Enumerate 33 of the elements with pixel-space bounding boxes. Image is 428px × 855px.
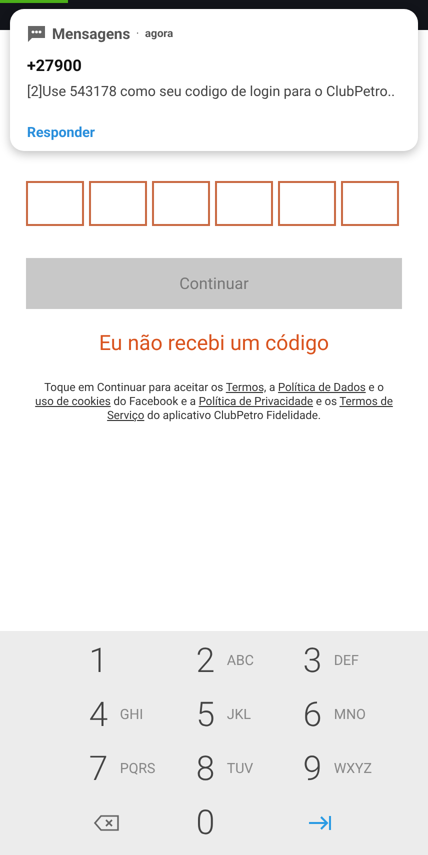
keypad-key[interactable]: 5 JKL xyxy=(196,688,286,742)
keypad-key[interactable]: 9 WXYZ xyxy=(303,742,393,796)
terms-link[interactable]: Serviço xyxy=(107,408,144,422)
message-text: [2]Use 543178 como seu codigo de login para o ClubPetro.. xyxy=(27,82,395,102)
keypad-key[interactable]: 4 GHI xyxy=(89,688,179,742)
terms-text: Toque em Continuar para aceitar os Termos, a Política de Dados e o uso de cookies do Facebook e a Política de Privacidade e os Termos de Serviço do aplicativo ClubPetro Fidelidade. xyxy=(34,380,394,422)
code-digit-field[interactable] xyxy=(278,181,336,226)
code-digit-field[interactable] xyxy=(215,181,273,226)
keypad-key[interactable]: 3 DEF xyxy=(303,634,393,688)
backspace-icon xyxy=(94,814,120,832)
notification-time: agora xyxy=(145,26,174,42)
keypad-key[interactable]: 2 ABC xyxy=(196,634,286,688)
terms-link[interactable]: Termos, xyxy=(226,380,266,394)
terms-link[interactable]: uso de cookies xyxy=(35,394,111,408)
keypad-key[interactable]: 0 xyxy=(196,796,286,850)
tab-arrow-icon xyxy=(308,815,332,831)
resend-code-link[interactable]: Eu não recebi um código xyxy=(99,329,329,360)
message-icon xyxy=(27,25,46,44)
terms-link[interactable]: Termos de xyxy=(339,394,393,408)
terms-link[interactable]: Política de Privacidade xyxy=(198,394,314,408)
code-digit-field[interactable] xyxy=(26,181,84,226)
keypad-key[interactable]: 6 MNO xyxy=(303,688,393,742)
terms-link[interactable]: Política de Dados xyxy=(278,380,366,394)
code-digit-field[interactable] xyxy=(89,181,147,226)
code-digit-field[interactable] xyxy=(152,181,210,226)
app-name: Mensagens xyxy=(52,24,130,45)
notification-card[interactable]: Mensagens · agora +27900 [2]Use 543178 como seu codigo de login para o ClubPetro.. Responder xyxy=(10,9,418,151)
separator: · xyxy=(136,26,140,42)
sender: +27900 xyxy=(27,54,82,76)
keypad-key[interactable]: 7 PQRS xyxy=(89,742,179,796)
keypad-key[interactable]: 1 xyxy=(89,634,179,688)
code-digit-field[interactable] xyxy=(341,181,399,226)
keypad-key[interactable]: 8 TUV xyxy=(196,742,286,796)
